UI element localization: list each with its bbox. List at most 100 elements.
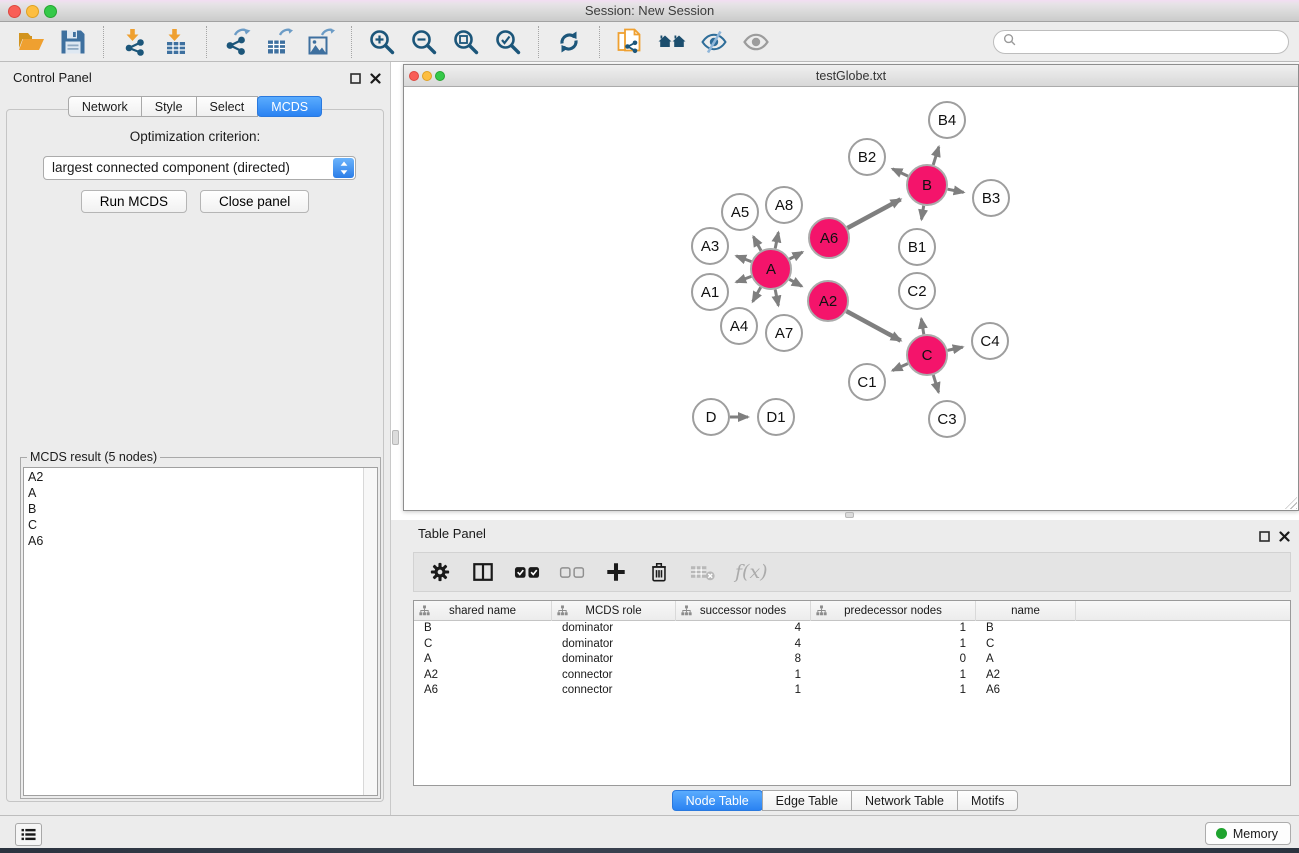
result-item[interactable]: A6 [24,533,362,549]
graph-node-A1[interactable]: A1 [692,274,728,310]
tab-edge-table[interactable]: Edge Table [762,790,852,811]
table-row[interactable]: A2connector11A2 [414,668,1290,684]
graph-edge-C-C3[interactable] [933,375,938,392]
graph-edge-C-C4[interactable] [948,347,963,350]
graph-edge-A-A4[interactable] [753,287,761,301]
result-item[interactable]: A2 [24,469,362,485]
add-column-icon[interactable] [604,559,628,585]
float-panel-icon[interactable] [350,71,361,89]
column-header-predecessor-nodes[interactable]: predecessor nodes [811,601,976,621]
close-panel-icon[interactable] [370,71,381,89]
graph-edge-B-B4[interactable] [933,147,939,165]
graph-edge-A-A2[interactable] [789,279,802,286]
clone-network-icon[interactable] [614,26,646,58]
result-scrollbar[interactable] [363,468,377,795]
graph-edge-A-A8[interactable] [775,232,778,248]
tab-mcds[interactable]: MCDS [257,96,322,117]
tab-network-table[interactable]: Network Table [851,790,958,811]
table-row[interactable]: A6connector11A6 [414,683,1290,699]
table-row[interactable]: Cdominator41C [414,637,1290,653]
home-view-icon[interactable] [656,26,688,58]
search-box[interactable] [993,30,1289,54]
search-input[interactable] [1022,35,1279,49]
graph-node-D[interactable]: D [693,399,729,435]
graph-edge-A-A1[interactable] [736,276,751,282]
graph-node-B1[interactable]: B1 [899,229,935,265]
graph-node-C[interactable]: C [907,335,947,375]
import-table-icon[interactable] [160,26,192,58]
result-item[interactable]: A [24,485,362,501]
horizontal-splitter-handle[interactable] [845,512,854,518]
vertical-splitter-handle[interactable] [392,430,399,445]
graph-edge-A6-B[interactable] [848,199,901,228]
zoom-out-icon[interactable] [408,26,440,58]
graph-node-A7[interactable]: A7 [766,315,802,351]
column-header-successor-nodes[interactable]: successor nodes [676,601,811,621]
graph-edge-A-A7[interactable] [775,290,778,306]
close-panel-button[interactable]: Close panel [200,190,309,213]
save-session-icon[interactable] [57,26,89,58]
zoom-in-icon[interactable] [366,26,398,58]
graph-node-label: A7 [775,325,793,342]
zoom-selected-icon[interactable] [492,26,524,58]
graph-node-A3[interactable]: A3 [692,228,728,264]
graph-node-A5[interactable]: A5 [722,194,758,230]
delete-column-icon[interactable] [647,559,671,585]
tab-node-table[interactable]: Node Table [672,790,763,811]
zoom-fit-icon[interactable] [450,26,482,58]
table-row[interactable]: Adominator80A [414,652,1290,668]
import-network-icon[interactable] [118,26,150,58]
tab-motifs[interactable]: Motifs [957,790,1018,811]
graph-node-C3[interactable]: C3 [929,401,965,437]
float-table-panel-icon[interactable] [1259,529,1270,547]
graph-edge-A-A6[interactable] [790,252,803,259]
network-graph-canvas[interactable]: B4 B2 B B3 A8A5 A6 A3 B1 A C2 A1 A2 A4 A7 C4 C C1 D D1 C3 [404,87,1298,510]
export-image-icon[interactable] [305,26,337,58]
column-header-name[interactable]: name [976,601,1076,621]
deselect-all-icon[interactable] [559,559,585,585]
select-all-icon[interactable] [514,559,540,585]
tab-network[interactable]: Network [68,96,142,117]
graph-node-B3[interactable]: B3 [973,180,1009,216]
graph-node-A[interactable]: A [751,249,791,289]
graph-node-A2[interactable]: A2 [808,281,848,321]
graph-edge-A2-C[interactable] [846,311,900,341]
result-item[interactable]: C [24,517,362,533]
close-table-panel-icon[interactable] [1279,529,1290,547]
graph-node-A4[interactable]: A4 [721,308,757,344]
graph-node-C1[interactable]: C1 [849,364,885,400]
result-item[interactable]: B [24,501,362,517]
column-header-MCDS-role[interactable]: MCDS role [552,601,676,621]
tab-style[interactable]: Style [141,96,197,117]
memory-button[interactable]: Memory [1205,822,1291,845]
graph-edge-C-C2[interactable] [921,319,924,335]
criterion-dropdown[interactable]: largest connected component (directed) [43,156,356,180]
task-history-button[interactable] [15,823,42,846]
graph-edge-A-A3[interactable] [736,256,751,262]
tab-select[interactable]: Select [196,96,259,117]
export-table-icon[interactable] [263,26,295,58]
graph-node-B[interactable]: B [907,165,947,205]
graph-node-A6[interactable]: A6 [809,218,849,258]
graph-node-D1[interactable]: D1 [758,399,794,435]
graph-edge-B-B2[interactable] [892,169,908,176]
panel-mode-icon[interactable] [471,559,495,585]
show-all-icon[interactable] [740,26,772,58]
graph-edge-B-B3[interactable] [948,189,964,192]
graph-node-B4[interactable]: B4 [929,102,965,138]
hide-selected-icon[interactable] [698,26,730,58]
graph-node-A8[interactable]: A8 [766,187,802,223]
column-header-shared-name[interactable]: shared name [414,601,552,621]
graph-node-C2[interactable]: C2 [899,273,935,309]
graph-edge-B-B1[interactable] [922,206,924,220]
refresh-network-icon[interactable] [553,26,585,58]
export-network-icon[interactable] [221,26,253,58]
graph-edge-A-A5[interactable] [753,237,761,251]
run-mcds-button[interactable]: Run MCDS [81,190,187,213]
graph-edge-C-C1[interactable] [893,364,908,371]
graph-node-B2[interactable]: B2 [849,139,885,175]
table-row[interactable]: Bdominator41B [414,621,1290,637]
graph-node-C4[interactable]: C4 [972,323,1008,359]
table-settings-icon[interactable] [428,559,452,585]
open-session-icon[interactable] [15,26,47,58]
